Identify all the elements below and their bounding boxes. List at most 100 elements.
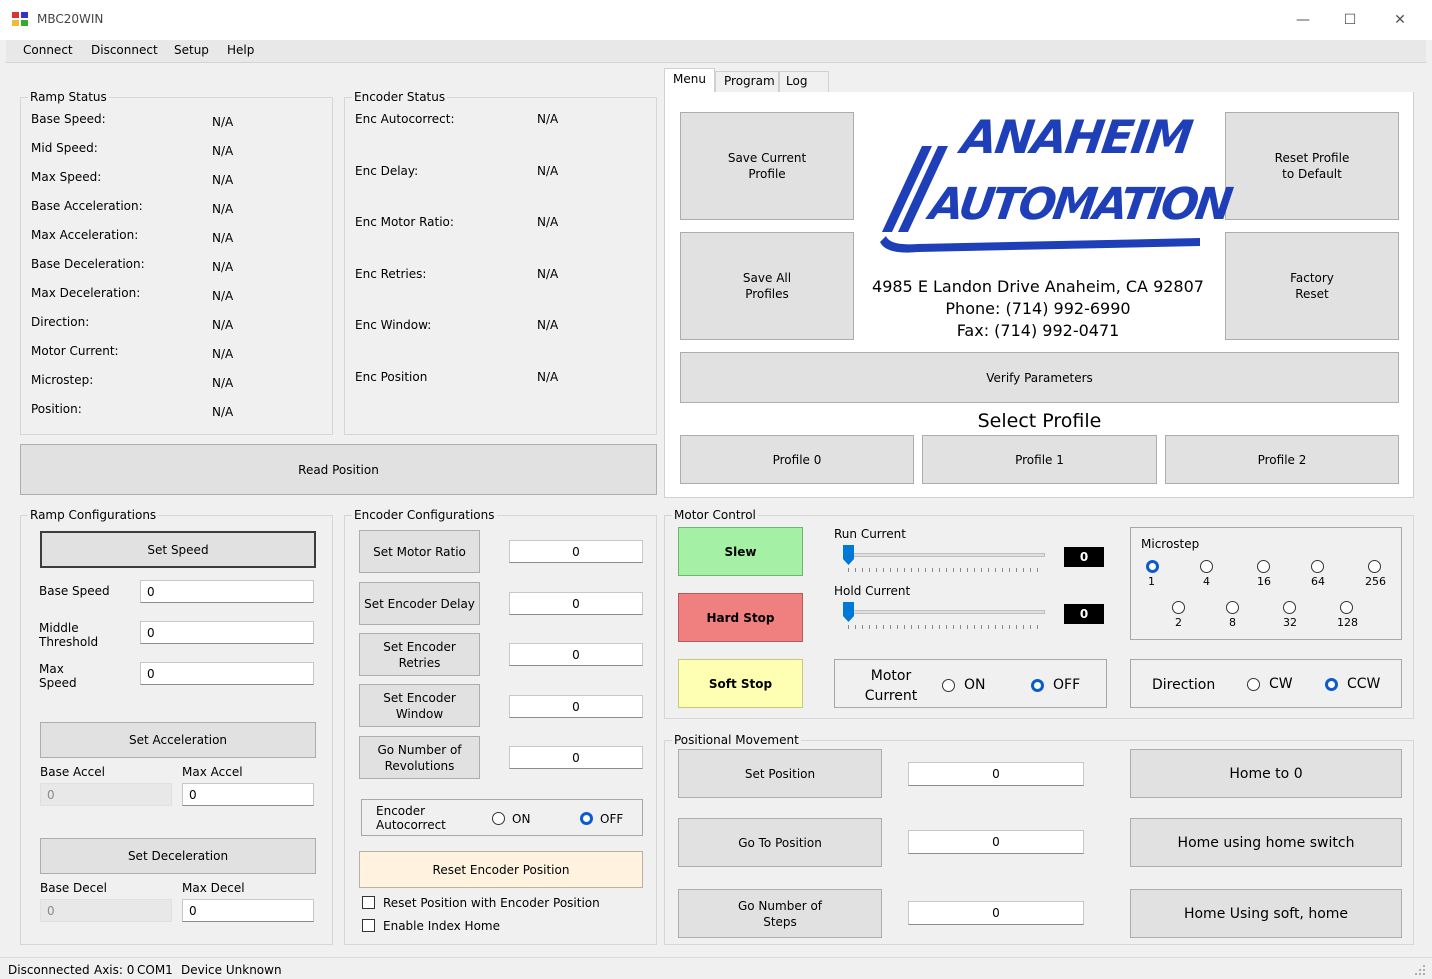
encoder-window-input[interactable]: 0 bbox=[509, 695, 643, 718]
maximize-icon[interactable]: ☐ bbox=[1327, 8, 1373, 32]
microstep-title: Microstep bbox=[1141, 537, 1200, 551]
home-to-0-button[interactable]: Home to 0 bbox=[1130, 749, 1402, 798]
middle-threshold-label: Middle Threshold bbox=[39, 621, 99, 649]
go-steps-input[interactable]: 0 bbox=[908, 901, 1084, 925]
set-encoder-retries-button[interactable]: Set Encoder Retries bbox=[359, 633, 480, 676]
ramp-status-value: N/A bbox=[212, 144, 234, 158]
home-switch-button[interactable]: Home using home switch bbox=[1130, 818, 1402, 867]
tab-menu[interactable]: Menu bbox=[664, 68, 715, 92]
microstep-32-label: 32 bbox=[1283, 616, 1297, 629]
go-steps-button[interactable]: Go Number of Steps bbox=[678, 889, 882, 938]
encoder-delay-input[interactable]: 0 bbox=[509, 592, 643, 615]
autocorrect-off-radio[interactable] bbox=[580, 812, 593, 825]
encoder-status-value: N/A bbox=[537, 369, 559, 384]
set-speed-button[interactable]: Set Speed bbox=[40, 531, 316, 568]
resize-grip-icon[interactable] bbox=[1414, 964, 1426, 976]
motor-current-off-radio[interactable] bbox=[1031, 679, 1044, 692]
window-title: MBC20WIN bbox=[37, 12, 104, 26]
motor-current-on-radio[interactable] bbox=[942, 679, 955, 692]
max-decel-input[interactable]: 0 bbox=[182, 899, 314, 922]
go-to-position-input[interactable]: 0 bbox=[908, 830, 1084, 854]
factory-reset-button[interactable]: Factory Reset bbox=[1225, 232, 1399, 340]
microstep-1-label: 1 bbox=[1148, 575, 1155, 588]
encoder-status-value: N/A bbox=[537, 318, 559, 332]
go-to-position-button[interactable]: Go To Position bbox=[678, 818, 882, 867]
set-position-input[interactable]: 0 bbox=[908, 762, 1084, 786]
base-accel-label: Base Accel bbox=[40, 765, 105, 779]
microstep-32-radio[interactable] bbox=[1283, 601, 1296, 614]
profile-0-button[interactable]: Profile 0 bbox=[680, 435, 914, 484]
set-position-button[interactable]: Set Position bbox=[678, 749, 882, 798]
slew-button[interactable]: Slew bbox=[678, 527, 803, 576]
encoder-autocorrect-label: Encoder Autocorrect bbox=[376, 804, 446, 832]
base-accel-input[interactable]: 0 bbox=[40, 783, 172, 806]
status-connection: Disconnected bbox=[8, 963, 90, 977]
read-position-button[interactable]: Read Position bbox=[20, 444, 657, 495]
minimize-icon[interactable]: — bbox=[1280, 8, 1326, 32]
ramp-status-label: Base Speed: bbox=[31, 112, 106, 126]
encoder-status-label: Enc Delay: bbox=[355, 163, 419, 178]
set-motor-ratio-button[interactable]: Set Motor Ratio bbox=[359, 530, 480, 573]
hard-stop-button[interactable]: Hard Stop bbox=[678, 593, 803, 642]
ramp-status-value: N/A bbox=[212, 173, 234, 187]
hold-current-ticks bbox=[848, 625, 1042, 629]
ramp-status-value: N/A bbox=[212, 115, 234, 129]
company-address-block: 4985 E Landon Drive Anaheim, CA 92807 Ph… bbox=[868, 276, 1208, 342]
microstep-256-radio[interactable] bbox=[1368, 560, 1381, 573]
profile-1-button[interactable]: Profile 1 bbox=[922, 435, 1157, 484]
enable-index-home-label: Enable Index Home bbox=[383, 919, 500, 933]
encoder-status-label: Enc Motor Ratio: bbox=[355, 215, 454, 229]
microstep-4-radio[interactable] bbox=[1200, 560, 1213, 573]
hold-current-readout: 0 bbox=[1064, 604, 1104, 624]
home-soft-button[interactable]: Home Using soft, home bbox=[1130, 889, 1402, 938]
middle-threshold-input[interactable]: 0 bbox=[140, 621, 314, 644]
close-icon[interactable]: ✕ bbox=[1377, 8, 1423, 32]
tab-program[interactable]: Program bbox=[715, 71, 779, 92]
tab-log[interactable]: Log bbox=[779, 71, 829, 92]
set-acceleration-button[interactable]: Set Acceleration bbox=[40, 722, 316, 758]
base-speed-input[interactable]: 0 bbox=[140, 580, 314, 603]
direction-cw-radio[interactable] bbox=[1247, 678, 1260, 691]
ramp-status-group: Ramp Status Base Speed: N/A Mid Speed: N/A M… bbox=[20, 90, 333, 435]
autocorrect-on-radio[interactable] bbox=[492, 812, 505, 825]
menu-connect[interactable]: Connect bbox=[23, 43, 73, 57]
reset-with-encoder-label: Reset Position with Encoder Position bbox=[383, 896, 600, 910]
reset-with-encoder-checkbox[interactable] bbox=[362, 896, 375, 909]
base-decel-input[interactable]: 0 bbox=[40, 899, 172, 922]
microstep-8-radio[interactable] bbox=[1226, 601, 1239, 614]
microstep-64-radio[interactable] bbox=[1311, 560, 1324, 573]
ramp-status-label: Mid Speed: bbox=[31, 141, 98, 155]
go-revolutions-button[interactable]: Go Number of Revolutions bbox=[359, 736, 480, 779]
reset-profile-button[interactable]: Reset Profile to Default bbox=[1225, 112, 1399, 220]
max-speed-input[interactable]: 0 bbox=[140, 662, 314, 685]
revolutions-input[interactable]: 0 bbox=[509, 746, 643, 769]
direction-cw-label: CW bbox=[1269, 676, 1293, 692]
microstep-128-radio[interactable] bbox=[1340, 601, 1353, 614]
microstep-16-radio[interactable] bbox=[1257, 560, 1270, 573]
max-accel-input[interactable]: 0 bbox=[182, 783, 314, 806]
menu-setup[interactable]: Setup bbox=[174, 43, 209, 57]
ramp-status-label: Base Deceleration: bbox=[31, 257, 145, 271]
set-deceleration-button[interactable]: Set Deceleration bbox=[40, 838, 316, 874]
status-device: Device Unknown bbox=[181, 963, 282, 977]
menu-help[interactable]: Help bbox=[227, 43, 254, 57]
ramp-status-value: N/A bbox=[212, 289, 234, 303]
soft-stop-button[interactable]: Soft Stop bbox=[678, 659, 803, 708]
motor-ratio-input[interactable]: 0 bbox=[509, 540, 643, 563]
direction-ccw-radio[interactable] bbox=[1325, 678, 1338, 691]
encoder-status-value: N/A bbox=[537, 215, 559, 229]
microstep-2-radio[interactable] bbox=[1172, 601, 1185, 614]
save-current-profile-button[interactable]: Save Current Profile bbox=[680, 112, 854, 220]
profile-2-button[interactable]: Profile 2 bbox=[1165, 435, 1399, 484]
set-encoder-window-button[interactable]: Set Encoder Window bbox=[359, 684, 480, 727]
reset-encoder-position-button[interactable]: Reset Encoder Position bbox=[359, 851, 643, 888]
menu-disconnect[interactable]: Disconnect bbox=[91, 43, 158, 57]
microstep-1-radio[interactable] bbox=[1146, 560, 1159, 573]
ramp-status-value: N/A bbox=[212, 405, 234, 419]
verify-parameters-button[interactable]: Verify Parameters bbox=[680, 352, 1399, 403]
microstep-4-label: 4 bbox=[1203, 575, 1210, 588]
enable-index-home-checkbox[interactable] bbox=[362, 919, 375, 932]
encoder-retries-input[interactable]: 0 bbox=[509, 643, 643, 666]
set-encoder-delay-button[interactable]: Set Encoder Delay bbox=[359, 582, 480, 625]
save-all-profiles-button[interactable]: Save All Profiles bbox=[680, 232, 854, 340]
